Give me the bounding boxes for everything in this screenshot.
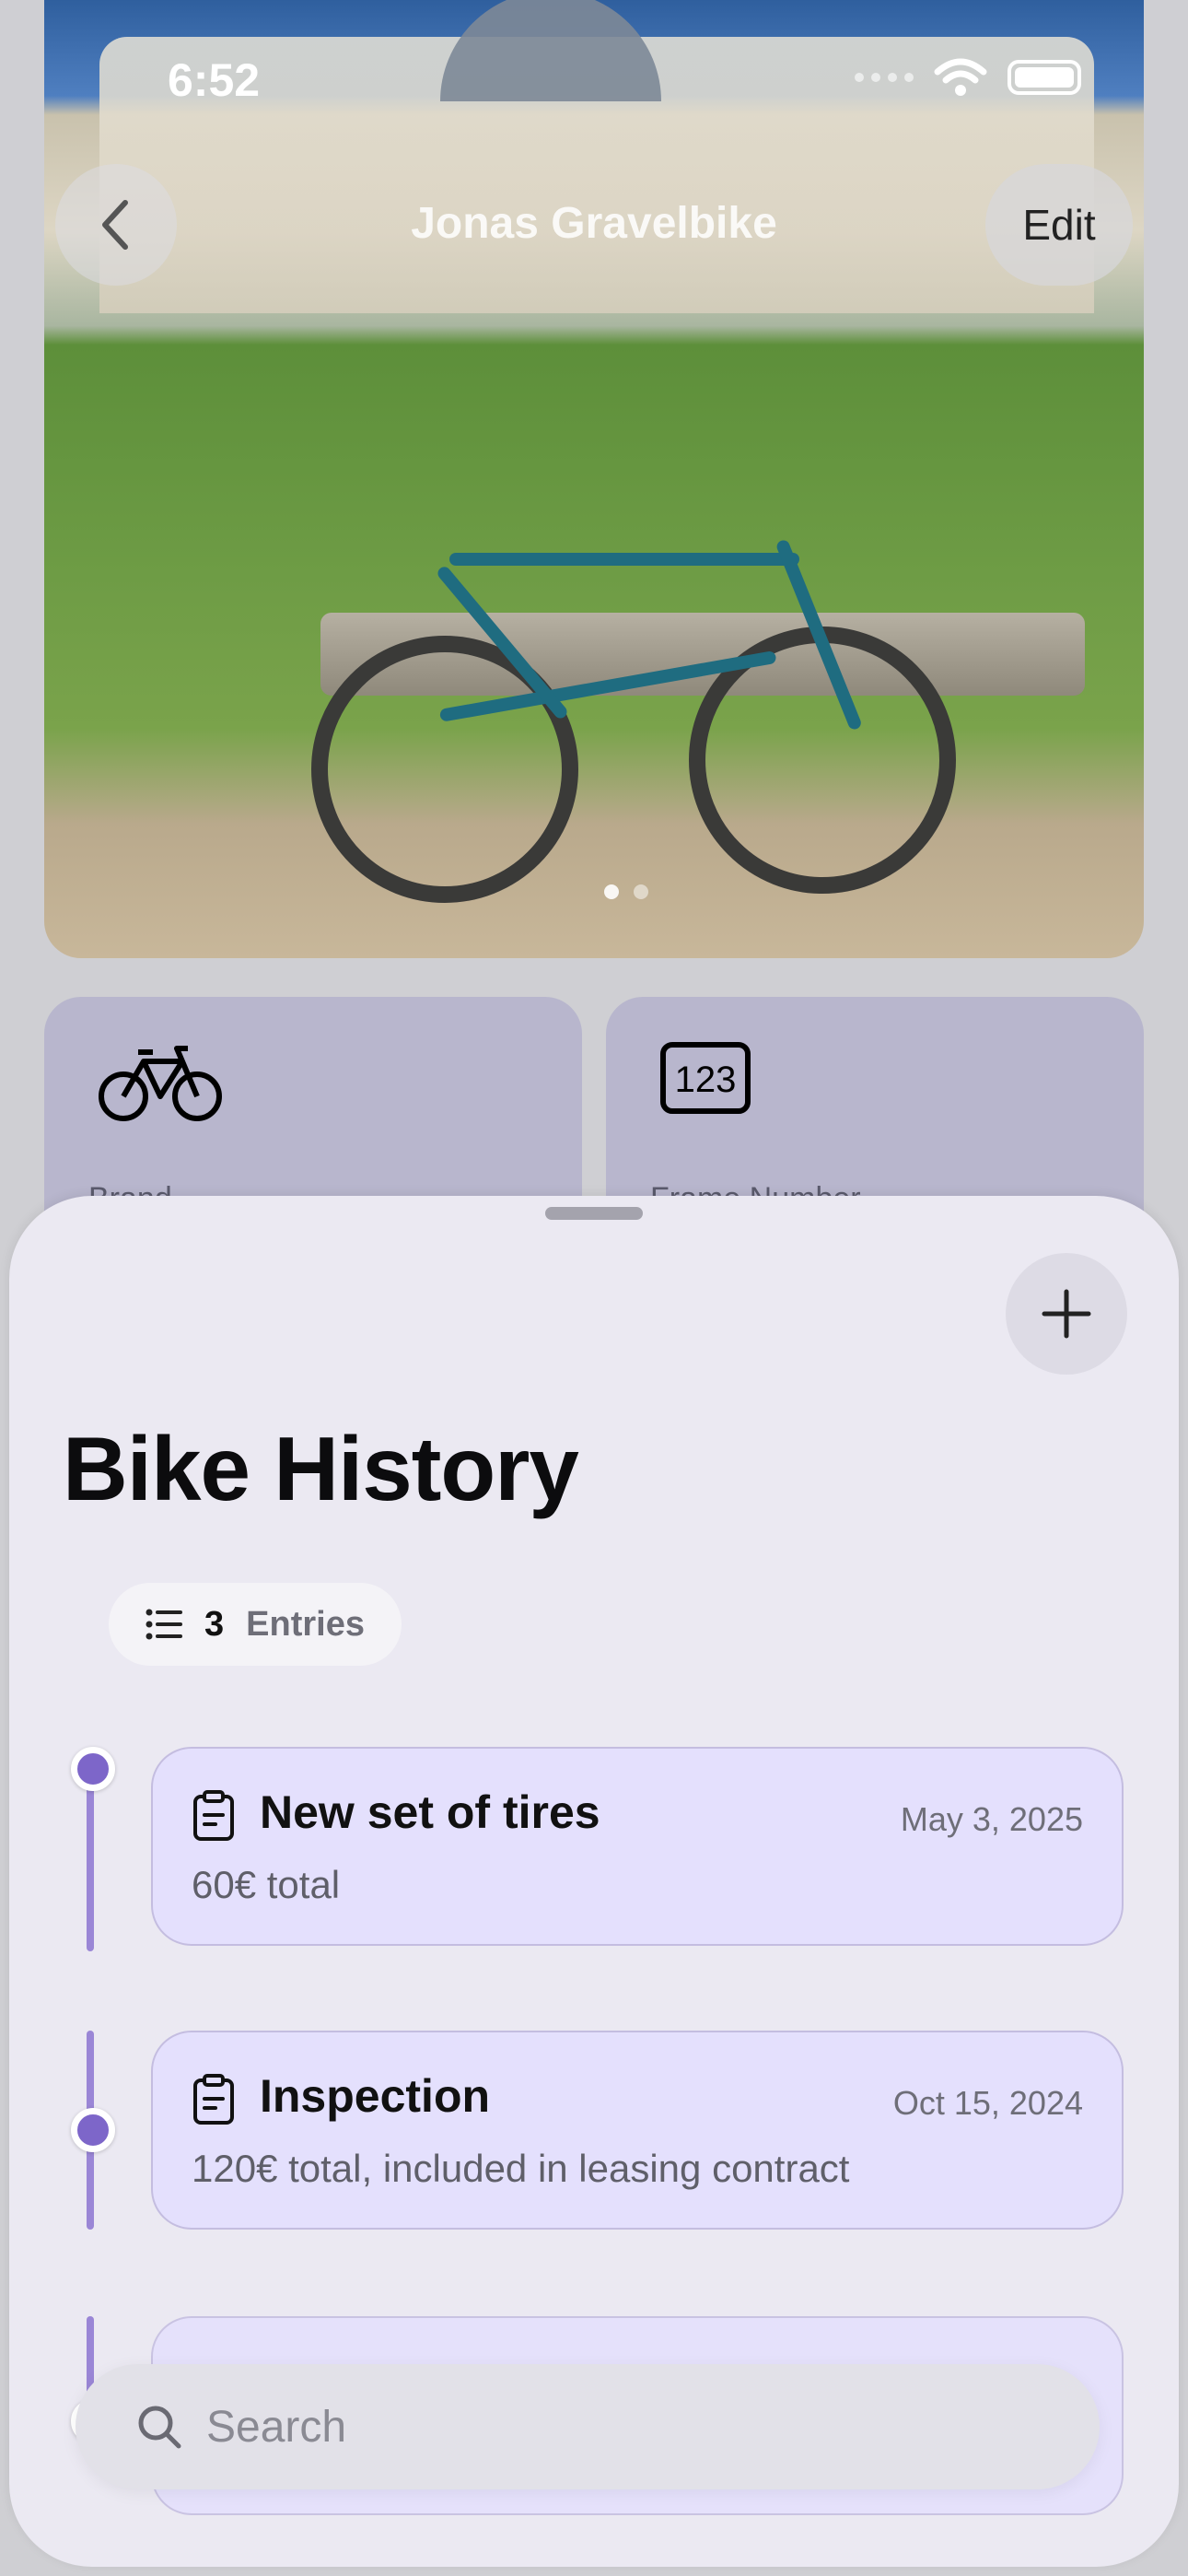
bicycle-icon: [99, 1046, 222, 1121]
list-icon: [146, 1609, 182, 1640]
status-icons: [855, 57, 1081, 98]
clipboard-icon: [193, 1790, 234, 1841]
entry-date: May 3, 2025: [900, 1800, 1083, 1838]
entry-title: Inspection: [260, 2070, 491, 2122]
entries-label: Entries: [246, 1604, 365, 1644]
svg-text:123: 123: [675, 1060, 737, 1100]
history-entry[interactable]: New set of tires May 3, 2025 60€ total: [151, 1747, 1124, 1946]
number-123-icon: 123: [660, 1042, 751, 1114]
photo-page-indicator[interactable]: [604, 884, 648, 899]
bike-frame-tube: [449, 553, 799, 566]
edit-button[interactable]: Edit: [985, 164, 1133, 286]
page-dot: [604, 884, 619, 899]
bike-history-sheet: Bike History 3 Entries New set of tires …: [9, 1196, 1179, 2567]
timeline-dot: [71, 2108, 115, 2152]
clipboard-icon: [193, 2074, 234, 2125]
entry-description: 120€ total, included in leasing contract: [192, 2147, 850, 2190]
bike-photo[interactable]: [44, 0, 1144, 958]
sheet-title: Bike History: [63, 1418, 579, 1519]
search-input[interactable]: [204, 2400, 1019, 2453]
entry-title: New set of tires: [260, 1786, 600, 1838]
add-entry-button[interactable]: [1006, 1253, 1127, 1375]
entries-filter-pill[interactable]: 3 Entries: [109, 1583, 402, 1666]
page-dot: [634, 884, 648, 899]
search-bar[interactable]: [76, 2364, 1100, 2489]
entry-description: 60€ total: [192, 1863, 341, 1906]
plus-icon: [1042, 1289, 1091, 1339]
cellular-signal-icon: [855, 73, 914, 82]
timeline-line: [87, 1767, 94, 1951]
timeline-dot: [71, 1747, 115, 1791]
entry-date: Oct 15, 2024: [892, 2084, 1083, 2122]
wifi-icon: [934, 58, 987, 96]
battery-icon: [1007, 60, 1081, 95]
search-icon: [138, 2406, 181, 2449]
background-dome: [440, 0, 661, 101]
status-time: 6:52: [168, 54, 261, 106]
sheet-grabber[interactable]: [545, 1207, 643, 1220]
history-entry[interactable]: Inspection Oct 15, 2024 120€ total, incl…: [151, 2031, 1124, 2230]
entries-count: 3: [204, 1604, 225, 1644]
